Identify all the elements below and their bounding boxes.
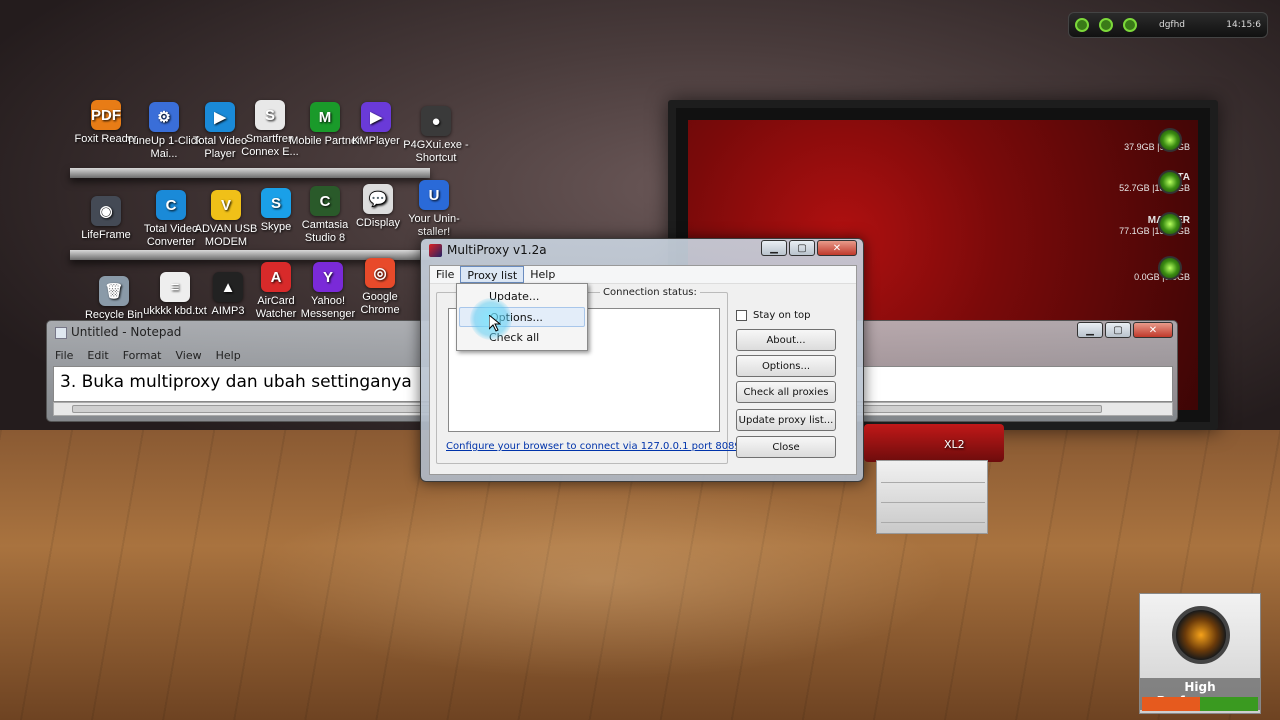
maximize-button[interactable]: ▢ xyxy=(1105,322,1131,338)
mp-close-button[interactable]: ✕ xyxy=(817,240,857,256)
mp-menu-help[interactable]: Help xyxy=(524,266,561,283)
mp-menubar: File Proxy list Help xyxy=(430,266,856,284)
desktop-icon-label: Your Unin-staller! xyxy=(408,213,460,238)
options-button[interactable]: Options... xyxy=(736,355,836,377)
configure-browser-link[interactable]: Configure your browser to connect via 12… xyxy=(446,441,741,452)
app-icon: Y xyxy=(313,262,343,292)
speedometer-icon xyxy=(1172,606,1230,664)
app-icon: ▶ xyxy=(361,102,391,132)
notepad-title: Untitled - Notepad xyxy=(71,325,182,339)
mp-minimize-button[interactable]: ▁ xyxy=(761,240,787,256)
app-icon: ⚙ xyxy=(149,102,179,132)
notepad-menubar: File Edit Format View Help xyxy=(55,349,241,362)
app-icon: ◎ xyxy=(365,258,395,288)
app-icon: ≡ xyxy=(160,272,190,302)
floor-reflection xyxy=(250,480,950,680)
app-icon: ◉ xyxy=(91,196,121,226)
app-icon: V xyxy=(211,190,241,220)
shelf-1 xyxy=(70,168,430,178)
app-icon: A xyxy=(261,262,291,292)
app-icon: PDF xyxy=(91,100,121,130)
app-icon: ▶ xyxy=(205,102,235,132)
gadget-user: dgfhd xyxy=(1159,20,1186,30)
xl2-icon-label[interactable]: XL2 xyxy=(944,438,965,451)
desktop-icon[interactable]: ◎ Google Chrome xyxy=(342,258,418,317)
back-icon[interactable] xyxy=(1075,18,1089,32)
check-all-proxies-button[interactable]: Check all proxies xyxy=(736,381,836,403)
app-icon: U xyxy=(419,180,449,210)
desktop-icon-label: Google Chrome xyxy=(360,291,400,316)
multiproxy-title: MultiProxy v1.2a xyxy=(447,243,547,257)
menu-help[interactable]: Help xyxy=(216,349,241,362)
gadget-bar[interactable]: dgfhd 14:15:6 xyxy=(1068,12,1268,38)
mp-menu-file[interactable]: File xyxy=(430,266,460,283)
power-icon[interactable] xyxy=(1123,18,1137,32)
app-icon: 🗑 xyxy=(99,276,129,306)
close-button[interactable]: ✕ xyxy=(1133,322,1173,338)
close-dialog-button[interactable]: Close xyxy=(736,436,836,458)
master-drive-icon[interactable] xyxy=(1158,212,1182,236)
update-proxy-list-button[interactable]: Update proxy list... xyxy=(736,409,836,431)
menu-edit[interactable]: Edit xyxy=(87,349,108,362)
menu-file[interactable]: File xyxy=(55,349,73,362)
data-drive-icon[interactable] xyxy=(1158,170,1182,194)
sleep-icon[interactable] xyxy=(1099,18,1113,32)
app-icon: 💬 xyxy=(363,184,393,214)
drawer-cabinet xyxy=(876,460,988,534)
performance-gadget[interactable]: High Performance xyxy=(1139,593,1261,714)
notepad-icon xyxy=(55,327,67,339)
app-icon: C xyxy=(310,186,340,216)
mp-maximize-button[interactable]: ▢ xyxy=(789,240,815,256)
menu-view[interactable]: View xyxy=(176,349,202,362)
connection-status-label: Connection status: xyxy=(600,287,700,298)
app-icon: ● xyxy=(421,106,451,136)
battery-button[interactable] xyxy=(1200,697,1258,711)
app-icon: M xyxy=(310,102,340,132)
red-tabletop xyxy=(864,424,1004,462)
gadget-clock: 14:15:6 xyxy=(1226,20,1261,30)
multiproxy-window[interactable]: MultiProxy v1.2a ▁ ▢ ✕ File Proxy list H… xyxy=(420,238,864,482)
checkbox-box[interactable] xyxy=(736,310,747,321)
multiproxy-icon xyxy=(429,244,442,257)
app-icon: C xyxy=(156,190,186,220)
mouse-pointer-icon xyxy=(489,315,501,332)
minimize-button[interactable]: ▁ xyxy=(1077,322,1103,338)
desktop-icon-label: P4GXui.exe - Shortcut xyxy=(403,139,469,164)
stay-on-top-checkbox[interactable]: Stay on top xyxy=(736,310,811,321)
desktop-icon[interactable]: ● P4GXui.exe - Shortcut xyxy=(398,106,474,165)
menu-format[interactable]: Format xyxy=(123,349,162,362)
windows-drive-icon[interactable] xyxy=(1158,128,1182,152)
usb-drive-icon[interactable] xyxy=(1158,256,1182,280)
power-plan-button[interactable] xyxy=(1142,697,1200,711)
mp-menu-proxy-list[interactable]: Proxy list xyxy=(460,266,525,283)
desktop-icon[interactable]: U Your Unin-staller! xyxy=(396,180,472,239)
about-button[interactable]: About... xyxy=(736,329,836,351)
app-icon: S xyxy=(255,100,285,130)
